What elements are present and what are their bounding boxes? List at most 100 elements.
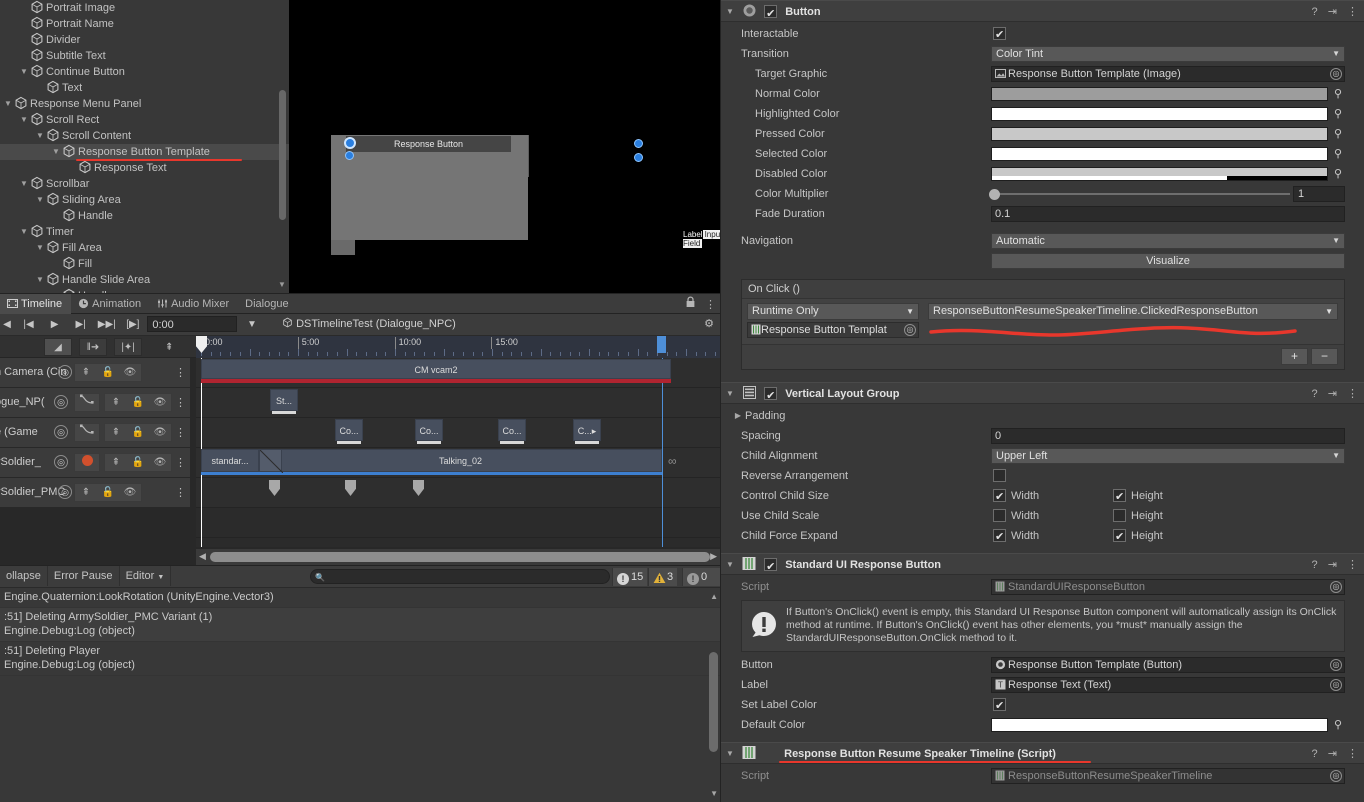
kebab-menu-icon[interactable]: ⋮ bbox=[705, 299, 716, 311]
foldout-icon[interactable]: ▼ bbox=[34, 80, 46, 96]
visualize-button[interactable]: Visualize bbox=[991, 253, 1345, 269]
hierarchy-item[interactable]: ▼ Portrait Image bbox=[0, 0, 289, 16]
hierarchy-scrollbar[interactable] bbox=[279, 90, 286, 220]
row-child-alignment[interactable]: Child Alignment Upper Left ▼ bbox=[721, 446, 1364, 466]
component-enabled-checkbox-button[interactable] bbox=[764, 3, 778, 25]
hierarchy-item[interactable]: ▼ Timer bbox=[0, 224, 289, 240]
timeline-clip[interactable]: St... bbox=[270, 389, 298, 411]
onclick-runtime-dropdown[interactable]: Runtime Only ▼ bbox=[747, 303, 919, 320]
object-picker-icon[interactable]: ◎ bbox=[1330, 770, 1342, 782]
clip-blend-region[interactable] bbox=[259, 449, 283, 473]
timeline-ruler[interactable]: 0:00 5:00 10:00 15:00 bbox=[196, 336, 720, 358]
console-panel[interactable]: ollapse Error Pause Editor ▼ 🔍 ! 15 3 ! 0 En… bbox=[0, 565, 720, 802]
foldout-icon[interactable]: ▼ bbox=[34, 128, 46, 144]
kebab-menu-icon[interactable]: ⋮ bbox=[1347, 388, 1358, 400]
help-icon[interactable]: ? bbox=[1312, 6, 1318, 18]
timeline-clip[interactable]: CM vcam2 bbox=[201, 359, 671, 379]
onclick-entry-row[interactable]: Runtime Only ▼ ResponseButtonResumeSpeak… bbox=[742, 299, 1344, 345]
hierarchy-item[interactable]: ▼ Divider bbox=[0, 32, 289, 48]
foldout-icon[interactable]: ▼ bbox=[18, 112, 30, 128]
object-picker-icon[interactable]: ◎ bbox=[1330, 68, 1342, 80]
edit-mode-replace-icon[interactable]: |✦| bbox=[114, 338, 143, 356]
timeline-horizontal-scrollbar[interactable]: ◀ ▶ bbox=[196, 549, 720, 565]
hierarchy-item[interactable]: ▼ Handle Slide Area bbox=[0, 272, 289, 288]
time-field[interactable]: 0:00 bbox=[147, 316, 238, 332]
chevron-down-icon[interactable]: ▼ bbox=[277, 280, 287, 290]
row-interactable[interactable]: Interactable bbox=[721, 24, 1364, 45]
timeline-clip[interactable]: Talking_02 bbox=[259, 449, 662, 472]
eyedropper-icon[interactable]: ⚲ bbox=[1331, 166, 1345, 182]
track-target-picker[interactable]: ◎ bbox=[54, 425, 68, 439]
tab-audio-mixer[interactable]: Audio Mixer bbox=[150, 294, 238, 314]
row-normal-color[interactable]: Normal Color ⚲ bbox=[721, 84, 1364, 104]
playhead-handle[interactable] bbox=[196, 336, 207, 353]
timeline-toolbar[interactable]: ◀ |◀ ▶ ▶| ▶▶| [▶] 0:00 ▼ DSTimelineTest … bbox=[0, 314, 720, 336]
next-frame-button[interactable]: ▶▶| bbox=[95, 314, 118, 335]
row-navigation[interactable]: Navigation Automatic ▼ bbox=[721, 231, 1364, 251]
normal-color-swatch[interactable] bbox=[991, 87, 1328, 101]
use-child-scale-width-checkbox[interactable] bbox=[993, 509, 1006, 522]
hierarchy-item[interactable]: ▼ Sliding Area bbox=[0, 192, 289, 208]
lock-icon[interactable]: 🔓 bbox=[97, 484, 119, 501]
hierarchy-item[interactable]: ▼ Response Menu Panel bbox=[0, 96, 289, 112]
console-log-entry[interactable]: Engine.Quaternion:LookRotation (UnityEng… bbox=[0, 588, 720, 608]
eye-icon[interactable]: 👁 bbox=[149, 424, 171, 441]
timeline-panel[interactable]: Timeline Animation Audio Mixer Dialogue … bbox=[0, 293, 720, 565]
foldout-icon[interactable]: ▼ bbox=[18, 32, 30, 48]
hierarchy-item[interactable]: ▼ Fill Area bbox=[0, 240, 289, 256]
pressed-color-swatch[interactable] bbox=[991, 127, 1328, 141]
kebab-menu-icon[interactable]: ⋮ bbox=[1347, 559, 1358, 571]
set-label-color-checkbox[interactable] bbox=[993, 696, 1006, 716]
foldout-icon[interactable]: ▼ bbox=[721, 554, 739, 576]
padding-foldout-icon[interactable]: ▶ bbox=[731, 406, 745, 426]
edit-mode-ripple-icon[interactable]: ‖➜ bbox=[79, 338, 108, 356]
foldout-icon[interactable]: ▼ bbox=[721, 383, 739, 405]
preset-icon[interactable]: ⇥ bbox=[1328, 388, 1337, 400]
onclick-event-box[interactable]: On Click () Runtime Only ▼ ResponseButto… bbox=[741, 279, 1345, 370]
row-spacing[interactable]: Spacing 0 bbox=[721, 426, 1364, 446]
eye-icon[interactable]: 👁 bbox=[119, 484, 141, 501]
pin-icon[interactable]: ⇞ bbox=[105, 454, 127, 471]
playhead-current-handle[interactable] bbox=[657, 336, 666, 353]
kebab-menu-icon[interactable]: ⋮ bbox=[1347, 748, 1358, 760]
scroll-left-icon[interactable]: ◀ bbox=[199, 551, 206, 562]
timeline-track-header[interactable]: n Camera (Cin ◎ ⇞ 🔓 👁 ⋮ bbox=[0, 358, 190, 388]
timeline-track-lane[interactable] bbox=[196, 538, 720, 547]
hierarchy-list[interactable]: ▼ Portrait Image ▼ Portrait Name ▼ Divider ▼ Su… bbox=[0, 0, 289, 293]
fade-duration-input[interactable]: 0.1 bbox=[991, 206, 1345, 222]
inspector-panel[interactable]: ▼ Button ? ⇥ ⋮ Interactable Transition C… bbox=[720, 0, 1364, 802]
row-child-force-expand[interactable]: Child Force Expand Width Height bbox=[721, 526, 1364, 547]
object-picker-icon[interactable]: ◎ bbox=[904, 324, 916, 336]
play-button[interactable]: ▶ bbox=[43, 314, 66, 335]
time-dropdown-icon[interactable]: ▼ bbox=[240, 314, 263, 335]
child-force-expand-height-checkbox[interactable] bbox=[1113, 527, 1126, 547]
button-ref-field[interactable]: Response Button Template (Button) ◎ bbox=[991, 657, 1345, 673]
use-child-scale-height-checkbox[interactable] bbox=[1113, 509, 1126, 522]
hierarchy-item[interactable]: ▼ Response Button Template bbox=[0, 144, 289, 161]
object-picker-icon[interactable]: ◎ bbox=[1330, 679, 1342, 691]
onclick-method-dropdown[interactable]: ResponseButtonResumeSpeakerTimeline.Clic… bbox=[928, 303, 1338, 320]
tab-timeline[interactable]: Timeline bbox=[0, 294, 72, 314]
kebab-menu-icon[interactable]: ⋮ bbox=[175, 456, 186, 469]
response-button-preview[interactable]: Response Button bbox=[346, 136, 511, 152]
color-multiplier-slider-knob[interactable] bbox=[989, 189, 1000, 200]
preset-icon[interactable]: ⇥ bbox=[1328, 559, 1337, 571]
onclick-object-field[interactable]: Response Button Templat ◎ bbox=[747, 322, 919, 338]
preset-icon[interactable]: ⇥ bbox=[1328, 748, 1337, 760]
row-label-ref[interactable]: Label T Response Text (Text) ◎ bbox=[721, 675, 1364, 695]
timeline-track-lane[interactable] bbox=[196, 418, 720, 448]
record-button[interactable] bbox=[74, 453, 100, 472]
pin-icon[interactable]: ⇞ bbox=[105, 424, 127, 441]
label-ref-field[interactable]: T Response Text (Text) ◎ bbox=[991, 677, 1345, 693]
control-child-size-width-checkbox[interactable] bbox=[993, 487, 1006, 507]
foldout-icon[interactable]: ▼ bbox=[18, 48, 30, 64]
hierarchy-item[interactable]: ▼ Handle bbox=[0, 208, 289, 224]
row-use-child-scale[interactable]: Use Child Scale Width Height bbox=[721, 506, 1364, 526]
interactable-checkbox[interactable] bbox=[993, 25, 1006, 45]
scroll-right-icon[interactable]: ▶ bbox=[710, 551, 717, 562]
lock-icon[interactable]: 🔓 bbox=[127, 424, 149, 441]
rect-handle-br[interactable] bbox=[634, 153, 643, 162]
timeline-clip[interactable]: C...▸ bbox=[573, 419, 601, 441]
hierarchy-item[interactable]: ▼ Scrollbar bbox=[0, 176, 289, 192]
component-header-vertical-layout-group[interactable]: ▼ Vertical Layout Group ? ⇥ ⋮ bbox=[721, 382, 1364, 407]
